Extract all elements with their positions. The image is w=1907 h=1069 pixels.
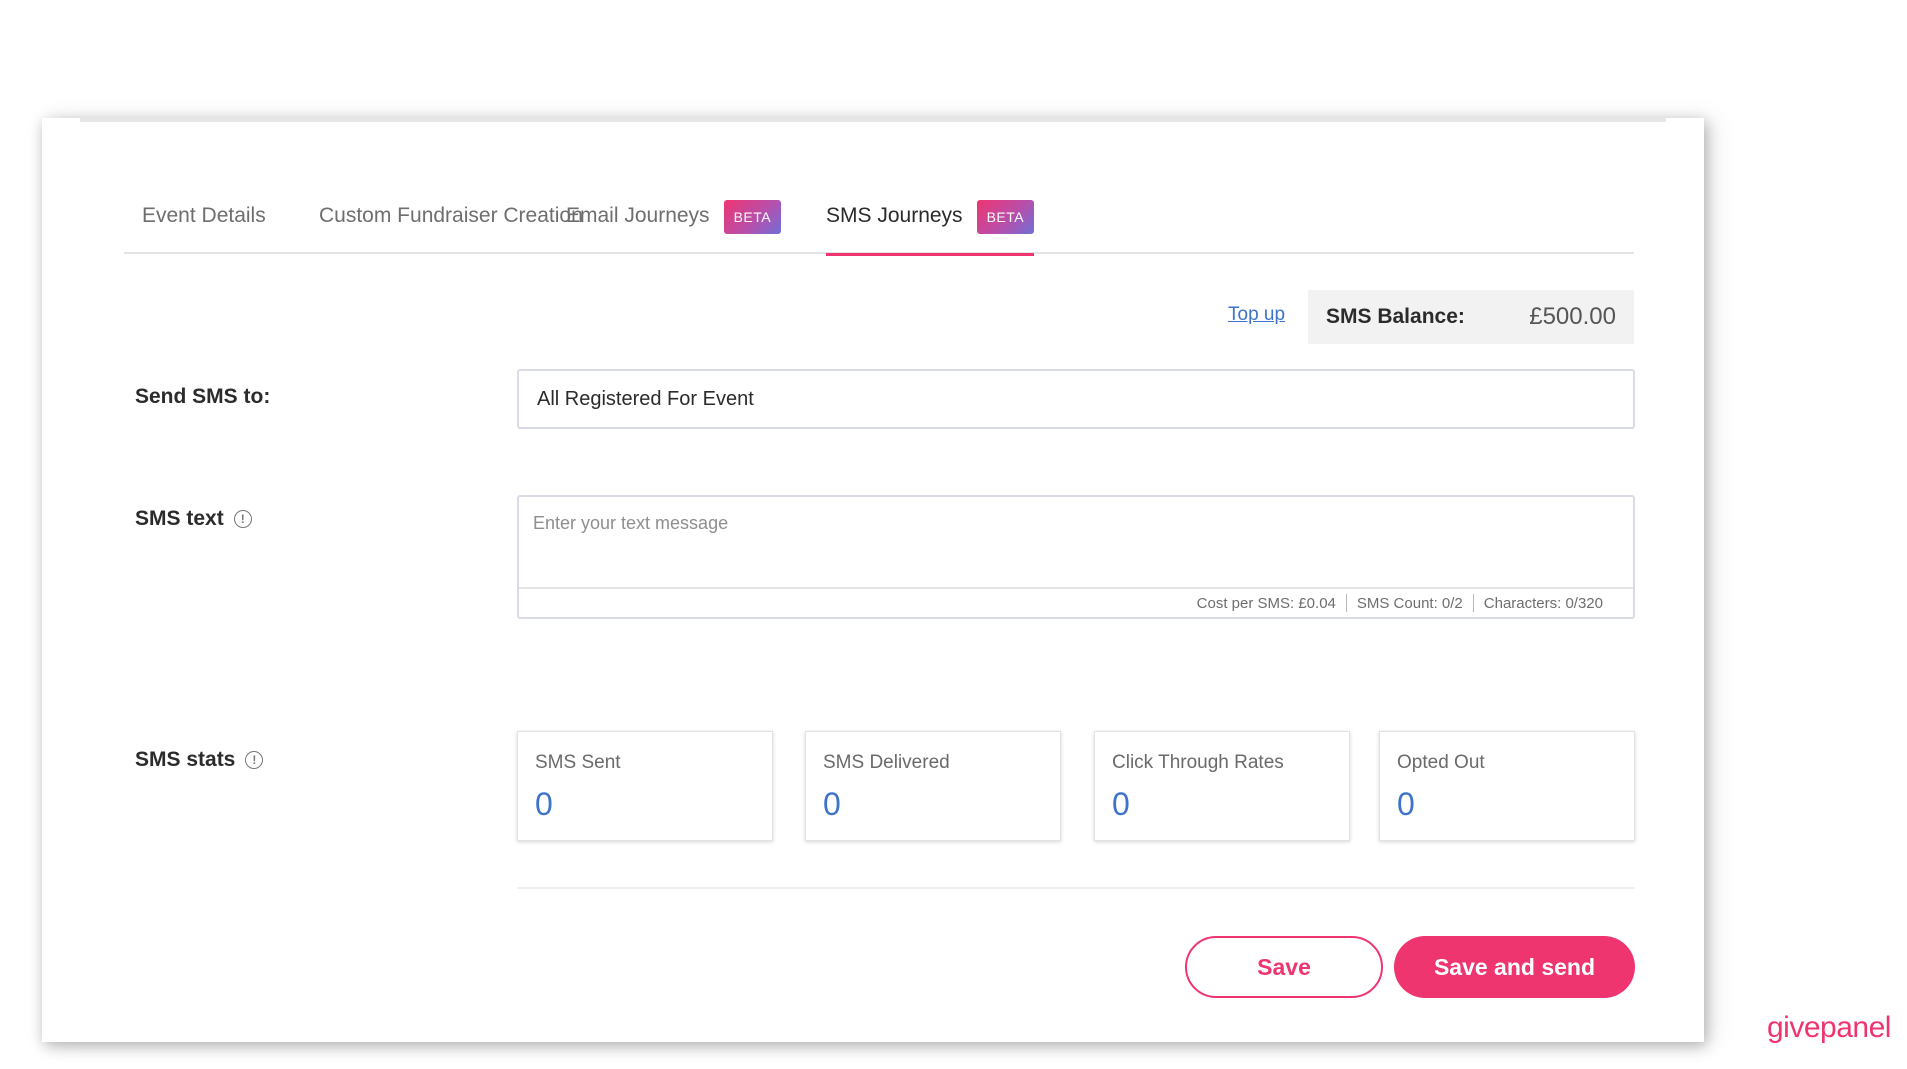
- stat-label: SMS Delivered: [823, 752, 950, 773]
- top-up-link[interactable]: Top up: [1228, 304, 1285, 326]
- stat-label: SMS Sent: [535, 752, 621, 773]
- tab-bar: Event Details Custom Fundraiser Creation…: [124, 198, 1634, 256]
- stat-card-click-through-rates: Click Through Rates 0: [1094, 731, 1350, 841]
- send-sms-to-value: All Registered For Event: [537, 387, 754, 410]
- sms-text-label-text: SMS text: [135, 507, 224, 530]
- sms-text-input[interactable]: [519, 497, 1633, 589]
- info-circle-icon[interactable]: !: [245, 751, 264, 769]
- stat-value: 0: [1397, 786, 1415, 822]
- tab-label: Custom Fundraiser Creation: [319, 204, 583, 227]
- save-button[interactable]: Save: [1185, 936, 1383, 998]
- tab-event-details[interactable]: Event Details: [142, 198, 266, 254]
- stat-card-sms-sent: SMS Sent 0: [517, 731, 773, 841]
- tab-label: Event Details: [142, 204, 266, 227]
- tab-label: Email Journeys: [566, 204, 710, 227]
- beta-badge: BETA: [723, 200, 782, 234]
- send-sms-to-select[interactable]: All Registered For Event: [517, 369, 1635, 429]
- save-and-send-button[interactable]: Save and send: [1394, 936, 1635, 998]
- tab-label: SMS Journeys: [826, 204, 963, 227]
- cost-per-sms: Cost per SMS: £0.04: [1196, 594, 1336, 612]
- meta-divider: [1472, 594, 1474, 612]
- meta-divider: [1345, 594, 1347, 612]
- sms-stats-label-text: SMS stats: [135, 748, 236, 771]
- stat-card-opted-out: Opted Out 0: [1379, 731, 1635, 841]
- sms-balance-value: £500.00: [1529, 303, 1616, 330]
- sms-text-label: SMS text !: [135, 507, 252, 531]
- sms-stats-label: SMS stats !: [135, 748, 264, 772]
- sms-journeys-panel: Event Details Custom Fundraiser Creation…: [42, 118, 1704, 1042]
- character-count: Characters: 0/320: [1483, 594, 1603, 612]
- beta-badge: BETA: [976, 200, 1035, 234]
- stat-value: 0: [1112, 786, 1130, 822]
- tab-sms-journeys[interactable]: SMS Journeys BETA: [826, 198, 1035, 256]
- section-divider: [517, 887, 1635, 889]
- send-sms-to-label-text: Send SMS to:: [135, 385, 271, 408]
- info-circle-icon[interactable]: !: [233, 510, 252, 528]
- sms-balance-label: SMS Balance:: [1326, 305, 1465, 328]
- sms-count: SMS Count: 0/2: [1356, 594, 1463, 612]
- stat-value: 0: [823, 786, 841, 822]
- sms-text-meta: Cost per SMS: £0.04 SMS Count: 0/2 Chara…: [519, 587, 1633, 617]
- send-sms-to-label: Send SMS to:: [135, 385, 270, 409]
- stat-value: 0: [535, 786, 553, 822]
- sms-text-field: Cost per SMS: £0.04 SMS Count: 0/2 Chara…: [517, 495, 1635, 619]
- givepanel-logo: givepanel: [1767, 1011, 1891, 1044]
- stat-card-sms-delivered: SMS Delivered 0: [805, 731, 1061, 841]
- stat-label: Click Through Rates: [1112, 752, 1284, 773]
- sms-balance-box: SMS Balance: £500.00: [1308, 290, 1634, 344]
- panel-top-border: [80, 118, 1666, 122]
- stat-label: Opted Out: [1397, 752, 1485, 773]
- tab-custom-fundraiser-creation[interactable]: Custom Fundraiser Creation: [319, 198, 583, 254]
- tab-email-journeys[interactable]: Email Journeys BETA: [566, 198, 782, 254]
